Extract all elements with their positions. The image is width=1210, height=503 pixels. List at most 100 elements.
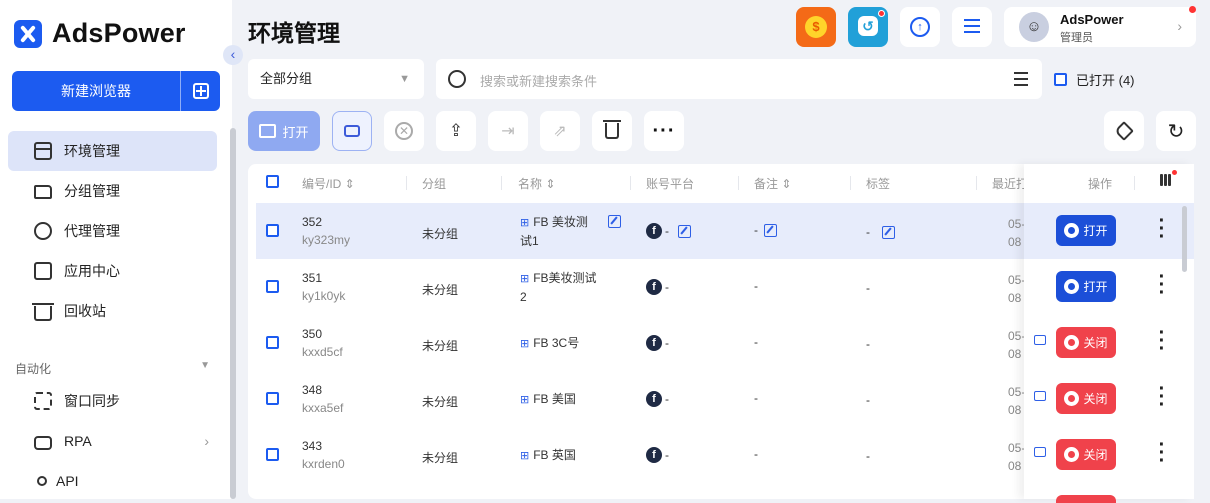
user-name: AdsPower xyxy=(1060,12,1124,27)
filter-settings-icon[interactable] xyxy=(1014,72,1028,86)
row-checkbox[interactable] xyxy=(266,448,279,461)
close-browser-button[interactable]: ✕ xyxy=(384,111,424,151)
profile-name-line1: FB 美妆测 xyxy=(533,215,588,229)
user-menu[interactable]: ☺ AdsPower 管理员 › xyxy=(1004,7,1196,47)
last-open-line1: 05- xyxy=(1008,217,1026,231)
refresh-app-icon: ↺ xyxy=(858,16,878,36)
open-profile-button[interactable]: 打开 xyxy=(1056,215,1116,246)
row-checkbox[interactable] xyxy=(266,280,279,293)
move-button[interactable]: ⇥ xyxy=(488,111,528,151)
coin-rewards-button[interactable]: $ xyxy=(796,7,836,47)
profile-tag: - xyxy=(866,225,895,239)
opened-filter[interactable]: 已打开 (4) xyxy=(1054,70,1135,89)
last-open-line1: 05- xyxy=(1008,273,1026,287)
new-browser-button[interactable]: 新建浏览器 xyxy=(12,71,220,111)
sidebar-item-app-center[interactable]: 应用中心 xyxy=(8,251,217,291)
close-profile-button-partial[interactable] xyxy=(1056,495,1116,503)
edit-icon[interactable] xyxy=(882,225,895,239)
edit-icon[interactable] xyxy=(608,215,621,228)
close-profile-button[interactable]: 关闭 xyxy=(1056,383,1116,414)
column-divider xyxy=(501,176,502,190)
column-header-id[interactable]: 编号/ID ⇕ xyxy=(302,175,355,192)
robot-icon xyxy=(34,436,52,450)
profile-name-line1: FB美妆测试 xyxy=(533,271,597,285)
group-select-value: 全部分组 xyxy=(260,71,313,86)
sidebar-scrollbar[interactable] xyxy=(230,128,236,499)
puzzle-icon xyxy=(34,262,52,280)
search-input[interactable]: 搜索或新建搜索条件 xyxy=(436,59,1042,99)
close-profile-button[interactable]: 关闭 xyxy=(1056,439,1116,470)
sidebar-item-groups[interactable]: 分组管理 xyxy=(8,171,217,211)
open-profile-button[interactable]: 打开 xyxy=(1056,271,1116,302)
profile-last-open: 05- 08 xyxy=(1008,439,1025,475)
last-open-line2: 08 xyxy=(1008,459,1022,473)
search-icon xyxy=(448,70,466,88)
profile-group: 未分组 xyxy=(422,283,459,297)
delete-button[interactable] xyxy=(592,111,632,151)
upload-button[interactable]: ⇪ xyxy=(436,111,476,151)
column-divider xyxy=(976,176,977,190)
opened-checkbox[interactable] xyxy=(1054,73,1067,86)
globe-icon xyxy=(34,222,52,240)
app-update-button[interactable]: ↺ xyxy=(848,7,888,47)
row-checkbox[interactable] xyxy=(266,392,279,405)
sidebar-item-label: 应用中心 xyxy=(64,263,120,279)
browser-window-icon[interactable] xyxy=(1034,391,1046,401)
sidebar-item-label: API xyxy=(56,473,79,489)
row-checkbox[interactable] xyxy=(266,336,279,349)
column-header-platform: 账号平台 xyxy=(646,177,695,191)
platform-value: - xyxy=(665,336,669,350)
batch-create-button[interactable] xyxy=(180,71,220,111)
more-icon[interactable]: · · · xyxy=(1158,211,1166,247)
refresh-button[interactable]: ↻ xyxy=(1156,111,1196,151)
table-scrollbar[interactable] xyxy=(1182,206,1187,272)
close-profile-button[interactable]: 关闭 xyxy=(1056,327,1116,358)
more-icon[interactable]: · · · xyxy=(1158,267,1166,303)
browser-icon xyxy=(1064,335,1080,350)
close-circle-icon: ✕ xyxy=(395,122,413,140)
rpa-button[interactable] xyxy=(332,111,372,151)
edit-icon[interactable] xyxy=(678,224,691,238)
sync-status-button[interactable]: ↑ xyxy=(900,7,940,47)
group-select[interactable]: 全部分组 ▼ xyxy=(248,59,424,99)
action-label: 关闭 xyxy=(1083,392,1108,406)
sidebar-item-trash[interactable]: 回收站 xyxy=(8,291,217,331)
share-button[interactable]: ⇗ xyxy=(540,111,580,151)
profile-id: kxxd5cf xyxy=(302,345,343,359)
edit-icon[interactable] xyxy=(764,223,777,237)
profile-name-line1: FB 美国 xyxy=(533,392,576,406)
more-icon[interactable]: · · · xyxy=(1158,435,1166,471)
last-open-line1: 05- xyxy=(1008,385,1026,399)
logo[interactable]: AdsPower xyxy=(14,18,186,49)
profile-last-open: 05- 08 xyxy=(1008,215,1025,251)
profile-name: ⊞ FB 英国 xyxy=(520,446,616,465)
sidebar-item-api[interactable]: API xyxy=(8,461,217,501)
sidebar-item-rpa[interactable]: RPA › xyxy=(8,421,217,461)
browser-window-icon[interactable] xyxy=(1034,335,1046,345)
sidebar-item-profiles[interactable]: 环境管理 xyxy=(8,131,217,171)
column-divider xyxy=(630,176,631,190)
windows-icon: ⊞ xyxy=(520,450,530,462)
facebook-icon: f xyxy=(646,279,662,295)
automation-section-title[interactable]: 自动化 ▼ xyxy=(15,360,210,377)
row-checkbox[interactable] xyxy=(266,224,279,237)
more-icon[interactable]: · · · xyxy=(1158,379,1166,415)
column-header-name[interactable]: 名称 ⇕ xyxy=(518,175,555,192)
open-button[interactable]: 打开 xyxy=(248,111,320,151)
robot-icon xyxy=(344,125,360,137)
sidebar-item-proxies[interactable]: 代理管理 xyxy=(8,211,217,251)
profile-last-open: 05- 08 xyxy=(1008,383,1025,419)
more-icon[interactable]: · · · xyxy=(1158,323,1166,359)
task-list-button[interactable] xyxy=(952,7,992,47)
profile-id: kxrden0 xyxy=(302,457,345,471)
tag-button[interactable] xyxy=(1104,111,1144,151)
more-actions-button[interactable]: ··· xyxy=(644,111,684,151)
column-header-note[interactable]: 备注 ⇕ xyxy=(754,175,791,192)
column-settings-icon[interactable] xyxy=(1160,170,1177,188)
collapse-sidebar-button[interactable]: ‹ xyxy=(223,45,243,65)
browser-icon xyxy=(1064,279,1080,294)
sidebar-item-window-sync[interactable]: 窗口同步 xyxy=(8,381,217,421)
select-all-checkbox[interactable] xyxy=(266,175,279,188)
notification-dot xyxy=(878,10,885,17)
browser-window-icon[interactable] xyxy=(1034,447,1046,457)
